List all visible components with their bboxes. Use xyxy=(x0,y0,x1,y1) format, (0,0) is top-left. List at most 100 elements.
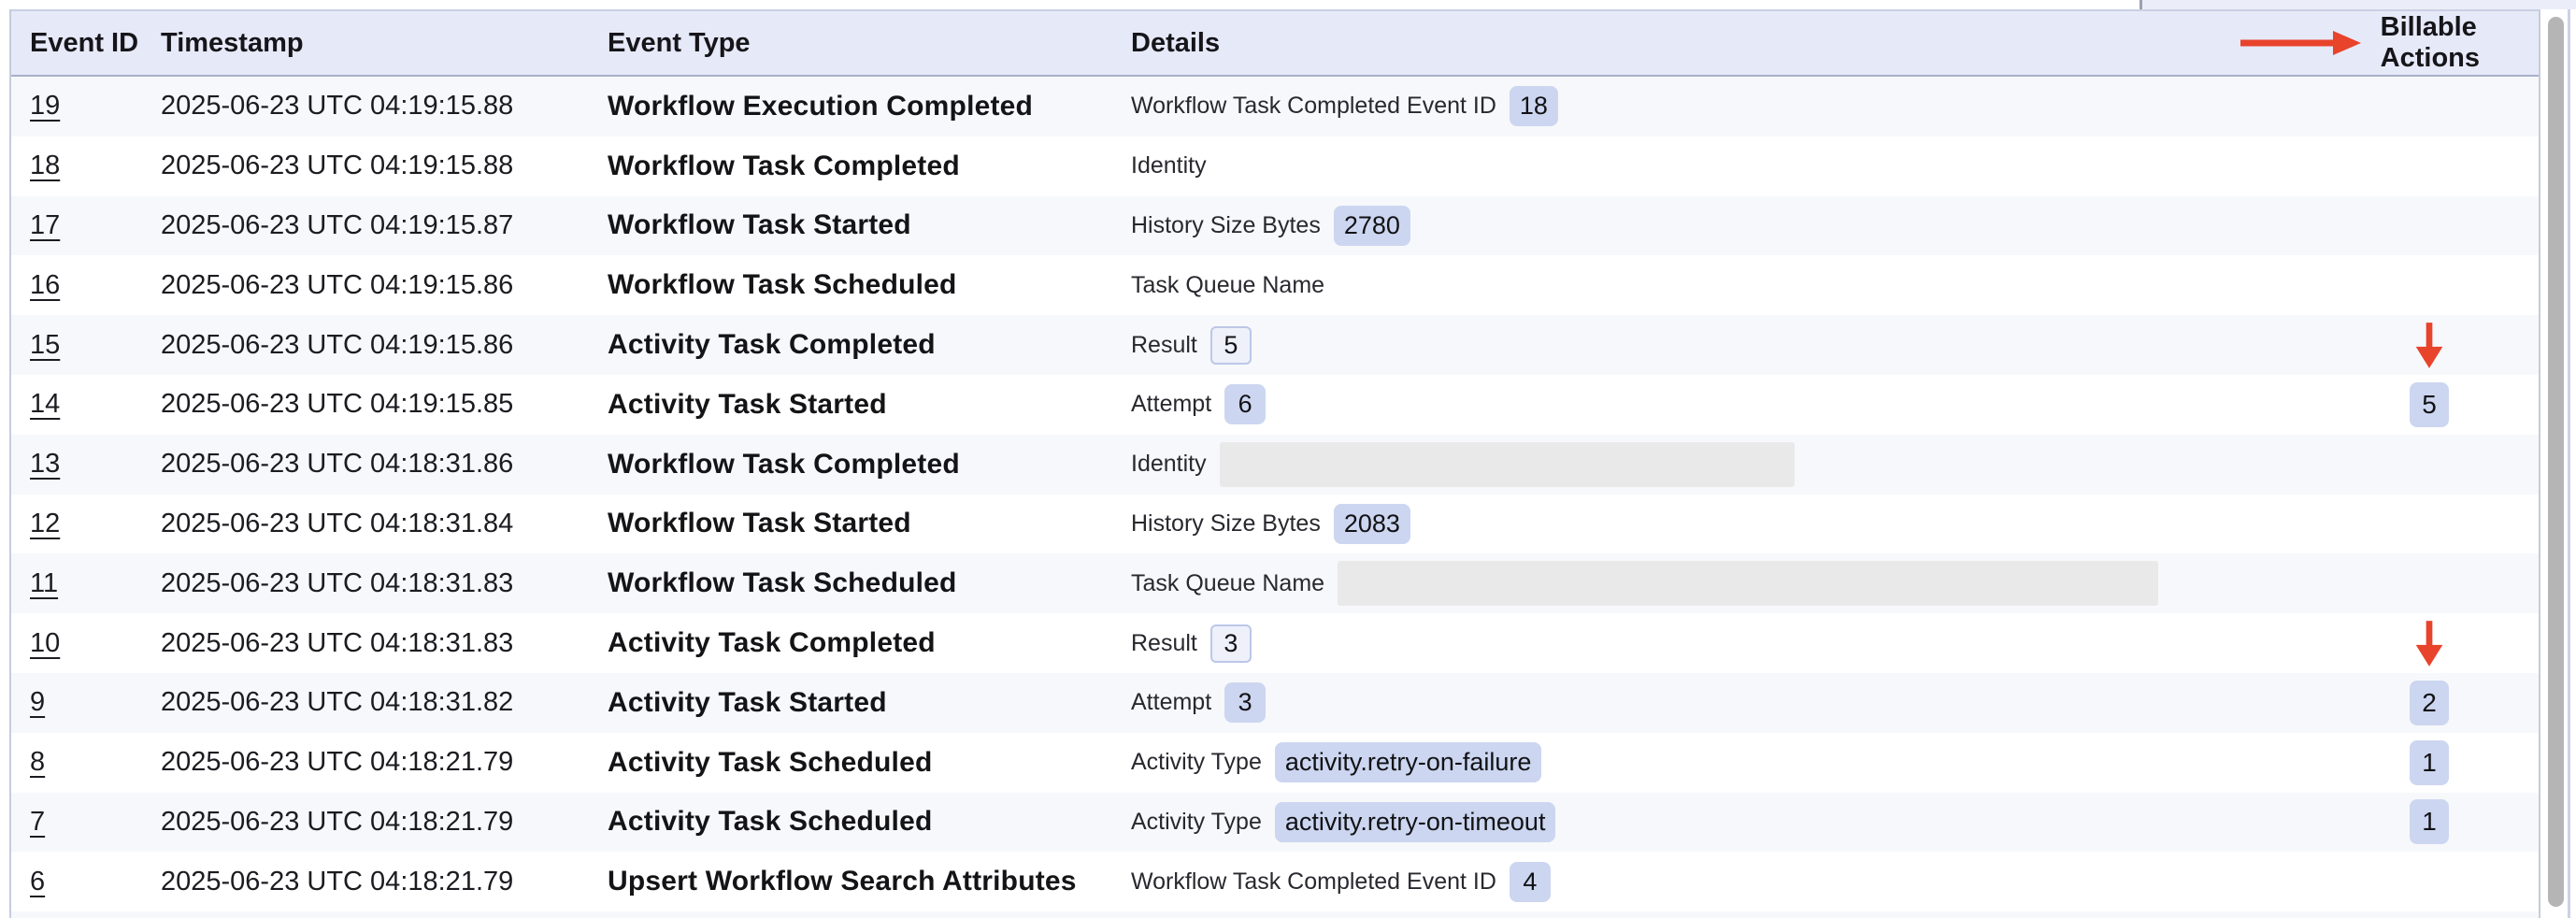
billable-actions-cell xyxy=(2288,495,2539,554)
event-id-cell: 8 xyxy=(11,733,161,793)
table-row[interactable]: 10 2025-06-23 UTC 04:18:31.83 Activity T… xyxy=(11,613,2539,673)
event-id-link[interactable]: 12 xyxy=(30,509,60,539)
detail-value-badge: 4 xyxy=(1510,862,1551,902)
billable-actions-cell xyxy=(2288,315,2539,375)
event-id-link[interactable]: 17 xyxy=(30,210,60,241)
event-id-cell: 17 xyxy=(11,196,161,256)
event-timestamp: 2025-06-23 UTC 04:19:15.85 xyxy=(161,375,608,435)
event-history-screen: Event ID Timestamp Event Type Details Bi… xyxy=(0,0,2576,918)
event-id-cell: 10 xyxy=(11,613,161,673)
table-row[interactable]: 7 2025-06-23 UTC 04:18:21.79 Activity Ta… xyxy=(11,793,2539,853)
red-down-arrow-annotation-icon xyxy=(2410,320,2449,370)
event-timestamp: 2025-06-23 UTC 04:18:21.79 xyxy=(161,733,608,793)
event-details-cell: History Size Bytes 2083 xyxy=(1131,495,2288,554)
column-header-event-id: Event ID xyxy=(11,11,161,75)
right-panel-border xyxy=(2568,9,2570,918)
event-id-cell: 16 xyxy=(11,255,161,315)
event-id-link[interactable]: 14 xyxy=(30,389,60,420)
table-row[interactable]: 17 2025-06-23 UTC 04:19:15.87 Workflow T… xyxy=(11,196,2539,256)
billable-count-badge: 2 xyxy=(2410,681,2449,725)
top-strip-panel xyxy=(2142,0,2576,9)
billable-actions-cell xyxy=(2288,136,2539,196)
event-id-link[interactable]: 15 xyxy=(30,330,60,361)
event-details-cell: Workflow Task Completed Event ID 4 xyxy=(1131,852,2288,911)
event-timestamp: 2025-06-23 UTC 04:18:31.83 xyxy=(161,553,608,613)
billable-actions-cell xyxy=(2288,435,2539,495)
event-id-link[interactable]: 6 xyxy=(30,867,45,897)
event-id-link[interactable]: 10 xyxy=(30,628,60,659)
event-id-link[interactable]: 13 xyxy=(30,449,60,480)
table-row[interactable]: 9 2025-06-23 UTC 04:18:31.82 Activity Ta… xyxy=(11,673,2539,733)
event-type: Workflow Task Completed xyxy=(608,136,1131,196)
event-type: Activity Task Started xyxy=(608,673,1131,733)
event-id-cell: 6 xyxy=(11,852,161,911)
table-row[interactable]: 8 2025-06-23 UTC 04:18:21.79 Activity Ta… xyxy=(11,733,2539,793)
table-row[interactable]: 15 2025-06-23 UTC 04:19:15.86 Activity T… xyxy=(11,315,2539,375)
vertical-scrollbar-thumb[interactable] xyxy=(2548,17,2564,907)
detail-label: Identity xyxy=(1131,152,1207,179)
event-id-link[interactable]: 19 xyxy=(30,91,60,122)
event-type: Workflow Task Started xyxy=(608,196,1131,256)
event-id-link[interactable]: 11 xyxy=(30,568,58,599)
detail-value-badge: 2083 xyxy=(1334,504,1410,544)
billable-actions-cell xyxy=(2288,77,2539,136)
next-row-sliver xyxy=(11,911,2539,918)
billable-actions-cell: 2 xyxy=(2288,673,2539,733)
event-timestamp: 2025-06-23 UTC 04:19:15.86 xyxy=(161,255,608,315)
event-timestamp: 2025-06-23 UTC 04:18:31.82 xyxy=(161,673,608,733)
event-id-cell: 18 xyxy=(11,136,161,196)
event-id-link[interactable]: 18 xyxy=(30,151,60,181)
detail-label: Result xyxy=(1131,630,1197,657)
event-id-link[interactable]: 8 xyxy=(30,747,45,778)
detail-label: Workflow Task Completed Event ID xyxy=(1131,93,1496,120)
table-row[interactable]: 6 2025-06-23 UTC 04:18:21.79 Upsert Work… xyxy=(11,852,2539,911)
event-id-link[interactable]: 16 xyxy=(30,270,60,301)
billable-actions-cell: 5 xyxy=(2288,375,2539,435)
event-id-link[interactable]: 9 xyxy=(30,687,45,718)
table-row[interactable]: 19 2025-06-23 UTC 04:19:15.88 Workflow E… xyxy=(11,77,2539,136)
event-timestamp: 2025-06-23 UTC 04:18:31.84 xyxy=(161,495,608,554)
table-body: 19 2025-06-23 UTC 04:19:15.88 Workflow E… xyxy=(11,77,2539,911)
event-timestamp: 2025-06-23 UTC 04:19:15.87 xyxy=(161,196,608,256)
event-type: Activity Task Scheduled xyxy=(608,793,1131,853)
event-details-cell: Workflow Task Completed Event ID 18 xyxy=(1131,77,2288,136)
table-row[interactable]: 18 2025-06-23 UTC 04:19:15.88 Workflow T… xyxy=(11,136,2539,196)
table-row[interactable]: 16 2025-06-23 UTC 04:19:15.86 Workflow T… xyxy=(11,255,2539,315)
event-type: Activity Task Started xyxy=(608,375,1131,435)
event-details-cell: Identity xyxy=(1131,136,2288,196)
event-id-link[interactable]: 7 xyxy=(30,807,45,838)
event-timestamp: 2025-06-23 UTC 04:19:15.88 xyxy=(161,136,608,196)
event-timestamp: 2025-06-23 UTC 04:18:21.79 xyxy=(161,852,608,911)
event-details-cell: Result 5 xyxy=(1131,315,2288,375)
column-header-timestamp: Timestamp xyxy=(161,11,608,75)
detail-value-badge: 3 xyxy=(1224,682,1266,723)
column-header-billable-actions: Billable Actions xyxy=(2288,11,2539,75)
event-details-cell: History Size Bytes 2780 xyxy=(1131,196,2288,256)
event-details-cell: Task Queue Name xyxy=(1131,255,2288,315)
table-row[interactable]: 14 2025-06-23 UTC 04:19:15.85 Activity T… xyxy=(11,375,2539,435)
detail-label: Activity Type xyxy=(1131,809,1262,836)
billable-actions-cell xyxy=(2288,553,2539,613)
column-header-billable-actions-label: Billable Actions xyxy=(2381,12,2480,74)
event-details-cell: Activity Type activity.retry-on-timeout xyxy=(1131,793,2288,853)
detail-label: Activity Type xyxy=(1131,749,1262,776)
table-row[interactable]: 11 2025-06-23 UTC 04:18:31.83 Workflow T… xyxy=(11,553,2539,613)
table-row[interactable]: 13 2025-06-23 UTC 04:18:31.86 Workflow T… xyxy=(11,435,2539,495)
event-type: Activity Task Completed xyxy=(608,613,1131,673)
red-right-arrow-annotation-icon xyxy=(2239,30,2362,56)
detail-value-badge: activity.retry-on-failure xyxy=(1275,742,1542,782)
event-timestamp: 2025-06-23 UTC 04:19:15.86 xyxy=(161,315,608,375)
billable-actions-cell: 1 xyxy=(2288,793,2539,853)
event-details-cell: Attempt 3 xyxy=(1131,673,2288,733)
column-header-details: Details xyxy=(1131,11,2288,75)
detail-redacted-value xyxy=(1220,442,1795,487)
event-timestamp: 2025-06-23 UTC 04:18:21.79 xyxy=(161,793,608,853)
table-row[interactable]: 12 2025-06-23 UTC 04:18:31.84 Workflow T… xyxy=(11,495,2539,554)
event-details-cell: Identity xyxy=(1131,435,2288,495)
event-id-cell: 19 xyxy=(11,77,161,136)
event-details-cell: Result 3 xyxy=(1131,613,2288,673)
detail-redacted-value xyxy=(1338,561,2158,606)
detail-label: History Size Bytes xyxy=(1131,510,1321,538)
event-details-cell: Activity Type activity.retry-on-failure xyxy=(1131,733,2288,793)
detail-value-badge: activity.retry-on-timeout xyxy=(1275,802,1556,842)
